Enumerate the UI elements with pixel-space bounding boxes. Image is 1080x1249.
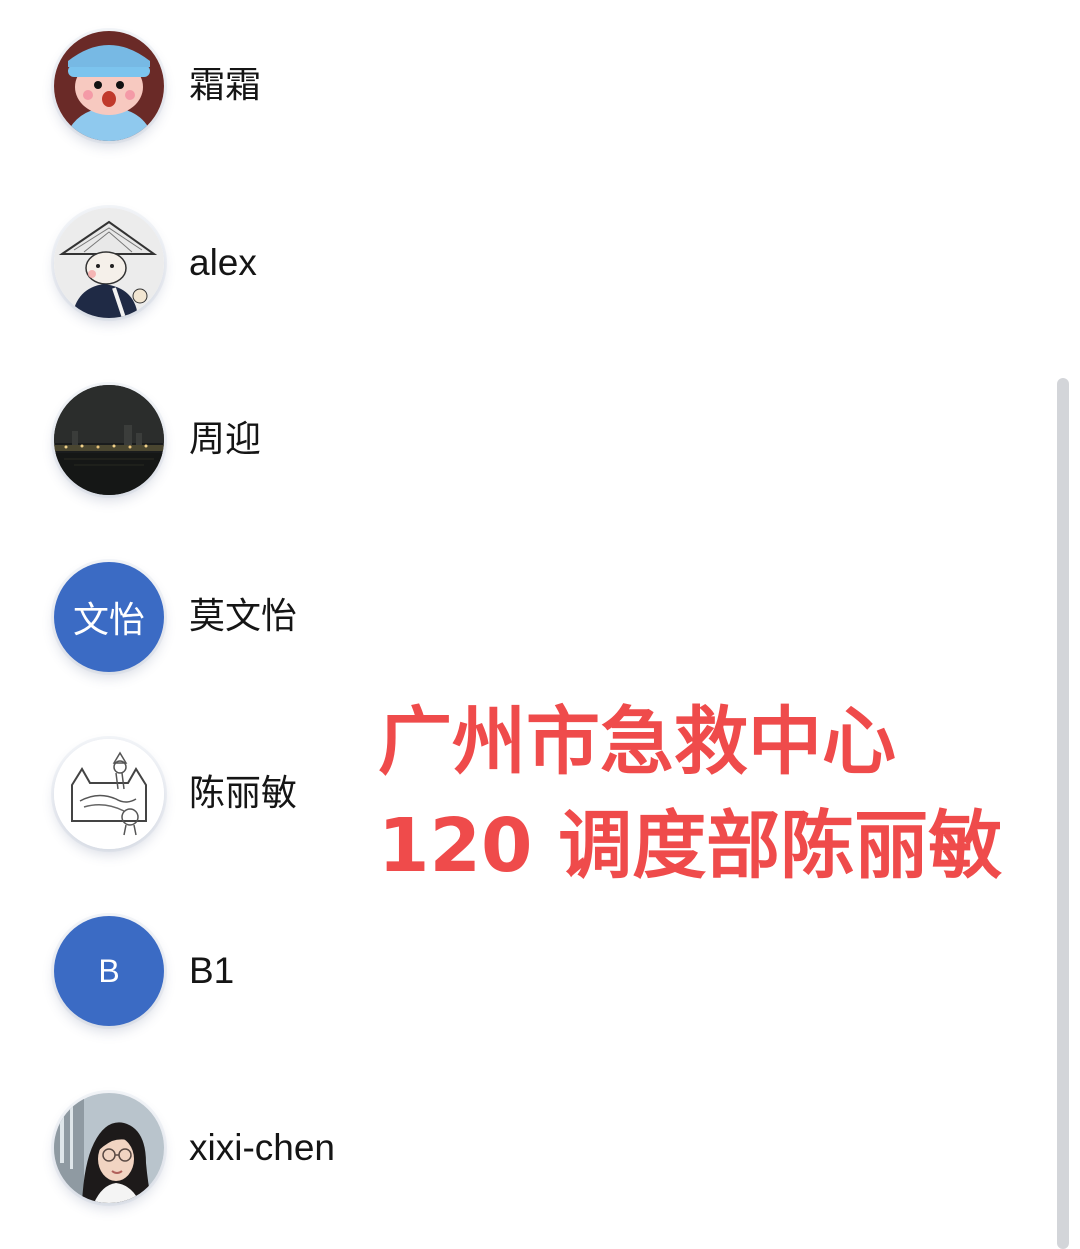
avatar[interactable] xyxy=(54,385,164,495)
contact-row[interactable]: 文怡 莫文怡 xyxy=(54,561,297,673)
contact-row[interactable]: xixi-chen xyxy=(54,1092,335,1204)
avatar-initials: B xyxy=(98,952,120,989)
avatar[interactable]: B xyxy=(54,916,164,1026)
portrait-photo-avatar-image xyxy=(54,1093,164,1203)
avatar[interactable] xyxy=(54,1093,164,1203)
sketch-cats-avatar-image xyxy=(54,739,164,849)
avatar[interactable] xyxy=(54,208,164,318)
contact-name: alex xyxy=(189,242,257,283)
contact-name: 陈丽敏 xyxy=(189,773,298,814)
avatar[interactable] xyxy=(54,739,164,849)
contact-name: 周迎 xyxy=(189,419,262,460)
contact-row[interactable]: alex xyxy=(54,207,257,319)
contact-row[interactable]: 霜霜 xyxy=(54,30,261,142)
contact-name: 霜霜 xyxy=(189,65,262,106)
contact-name: xixi-chen xyxy=(189,1127,335,1168)
contact-list: 霜霜 alex 周迎 文怡 莫文怡 陈丽敏 B B1 xixi-chen xyxy=(0,0,1050,1249)
sketch-monk-avatar-image xyxy=(54,208,164,318)
avatar-initials: 文怡 xyxy=(72,600,145,641)
cartoon-girl-avatar-image xyxy=(54,31,164,141)
contact-row[interactable]: 陈丽敏 xyxy=(54,738,297,850)
overlay-line-1: 广州市急救中心 xyxy=(378,699,896,785)
contact-row[interactable]: B B1 xyxy=(54,915,234,1027)
contact-name: B1 xyxy=(189,950,235,991)
contact-row[interactable]: 周迎 xyxy=(54,384,261,496)
contact-name: 莫文怡 xyxy=(189,596,298,637)
avatar[interactable]: 文怡 xyxy=(54,562,164,672)
avatar[interactable] xyxy=(54,31,164,141)
overlay-line-2: 120 调度部陈丽敏 xyxy=(378,803,1003,889)
scrollbar[interactable] xyxy=(1057,378,1069,1249)
night-city-avatar-image xyxy=(54,385,164,495)
overlay-caption: 广州市急救中心 120 调度部陈丽敏 xyxy=(378,690,1058,898)
